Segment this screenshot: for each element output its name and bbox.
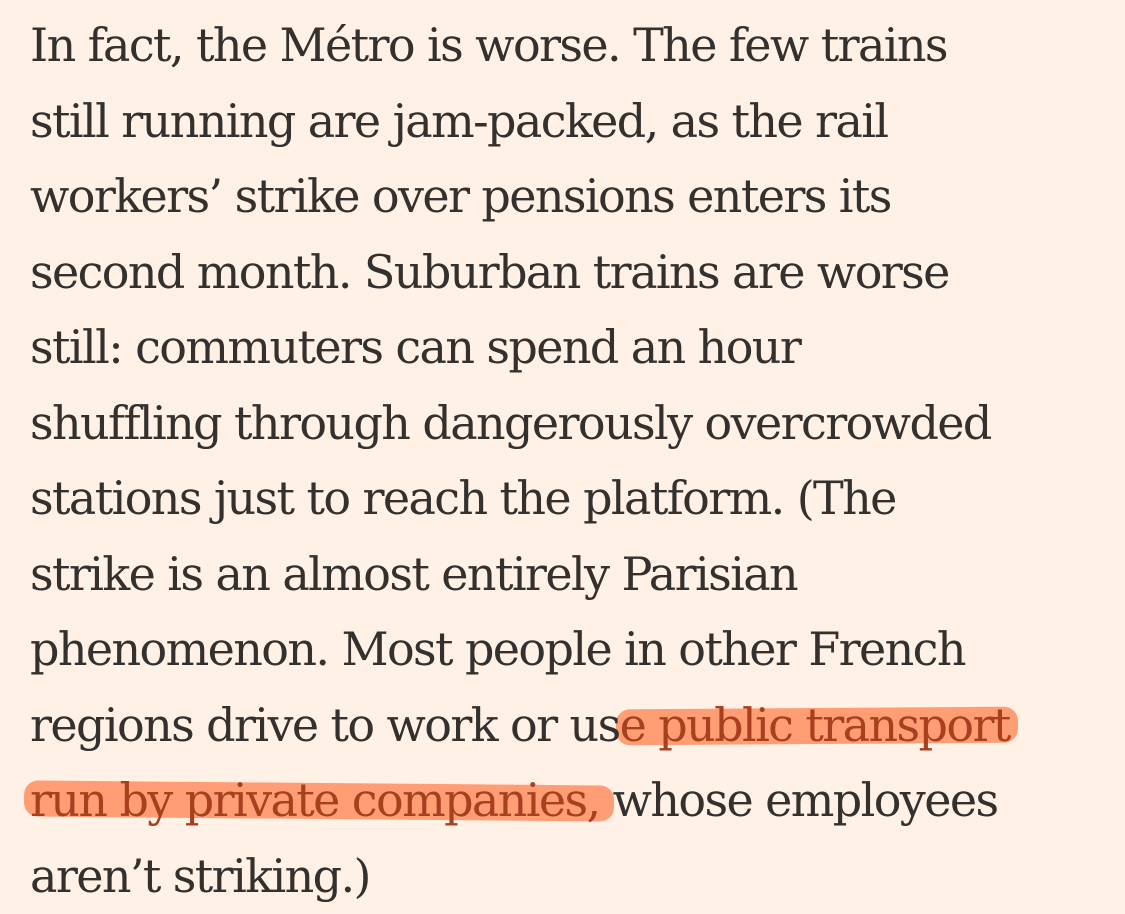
article-line: still: commuters can spend an hour	[30, 320, 802, 374]
highlighted-text: run by private companies,	[30, 773, 601, 827]
article-line: strike is an almost entirely Parisian	[30, 546, 799, 601]
article-line: regions drive to work or use public tran…	[30, 688, 1110, 764]
highlighted-text: e public transport	[619, 697, 1012, 752]
article-text: whose employees	[599, 773, 999, 827]
article-line: workers’ strike over pensions enters its	[30, 169, 892, 223]
article-line: run by private companies, whose employee…	[30, 763, 1110, 839]
article-line: still running are jam-packed, as the rai…	[30, 93, 889, 148]
article-line: phenomenon. Most people in other French	[30, 622, 966, 676]
article-line: second month. Suburban trains are worse	[30, 244, 950, 299]
article-line: aren’t striking.)	[30, 848, 371, 903]
article-line: stations just to reach the platform. (Th…	[30, 471, 897, 525]
article-paragraph: In fact, the Métro is worse. The few tra…	[30, 8, 1110, 914]
article-text: regions drive to work or us	[30, 697, 621, 752]
article-line: In fact, the Métro is worse. The few tra…	[30, 18, 949, 72]
article-line: shuffling through dangerously overcrowde…	[30, 395, 992, 450]
